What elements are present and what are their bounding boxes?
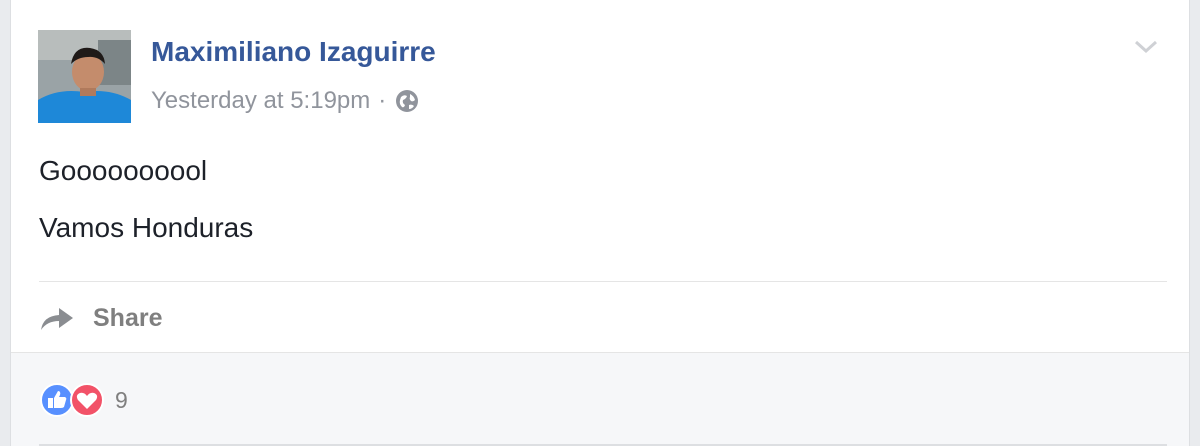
reactions-footer: 9 — [11, 352, 1189, 446]
globe-icon[interactable] — [394, 88, 420, 114]
share-arrow-icon — [41, 308, 73, 330]
meta-separator: · — [378, 87, 387, 114]
share-label: Share — [93, 303, 163, 332]
reaction-count[interactable]: 9 — [115, 387, 128, 414]
post-card: Maximiliano Izaguirre Yesterday at 5:19p… — [10, 0, 1190, 446]
divider — [39, 281, 1167, 282]
post-text-line: Vamos Honduras — [39, 212, 254, 243]
love-reaction-icon — [70, 383, 104, 417]
reactions-summary[interactable]: 9 — [39, 381, 128, 419]
post-text-line: Goooooooool — [39, 155, 208, 186]
post-meta: Yesterday at 5:19pm · — [151, 84, 420, 118]
author-name[interactable]: Maximiliano Izaguirre — [151, 36, 436, 68]
timestamp[interactable]: Yesterday at 5:19pm — [151, 87, 370, 115]
chevron-down-icon[interactable] — [1131, 34, 1161, 58]
share-button[interactable]: Share — [39, 298, 162, 338]
avatar[interactable] — [38, 30, 131, 123]
